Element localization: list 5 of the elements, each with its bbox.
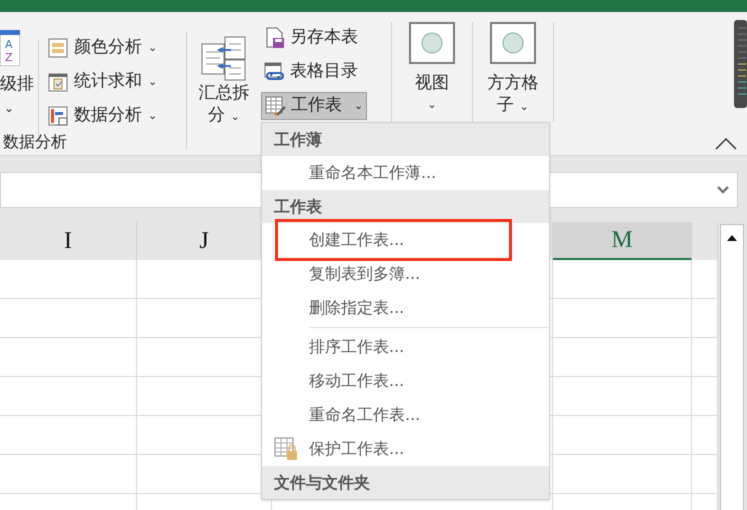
- group-label: 数据分析: [3, 131, 67, 153]
- menu-section-header: 工作薄: [274, 128, 322, 150]
- menu-section-header: 文件与文件夹: [274, 472, 370, 494]
- sort-az-icon: A Z: [0, 30, 20, 66]
- menu-section-header: 工作表: [274, 196, 322, 218]
